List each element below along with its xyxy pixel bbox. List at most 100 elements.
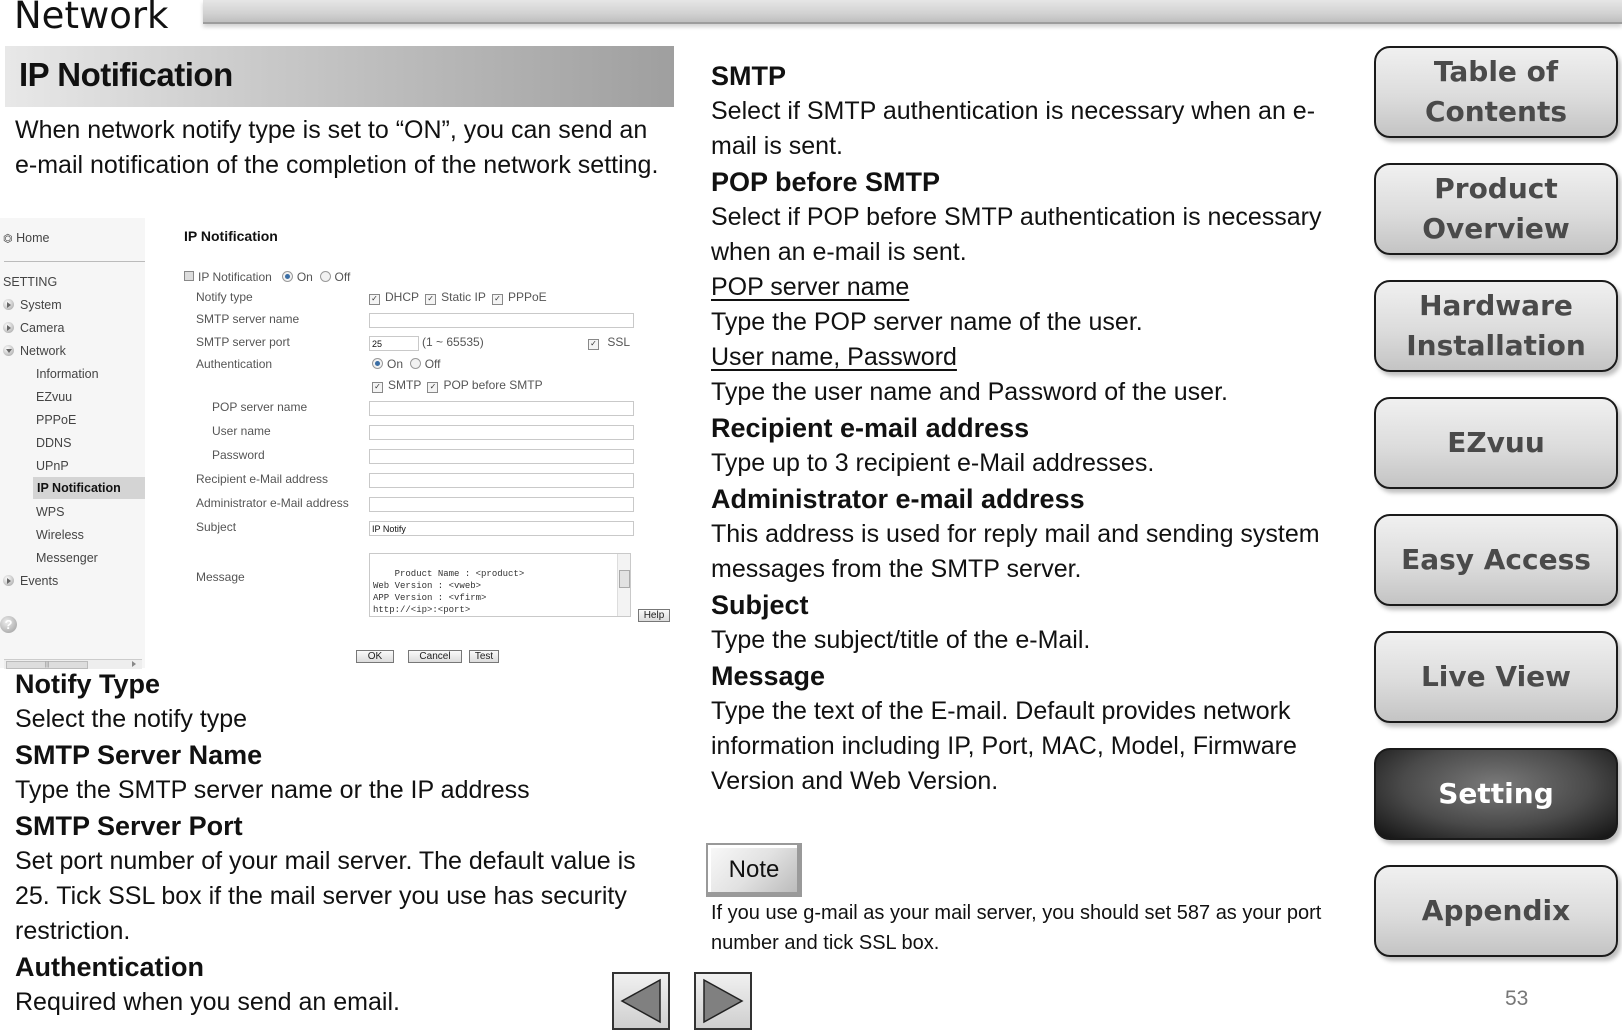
sidebar-item-information[interactable]: Information bbox=[36, 367, 99, 381]
administrator-text: This address is used for reply mail and … bbox=[711, 520, 1320, 583]
auth-methods: ✓ SMTP ✓ POP before SMTP bbox=[372, 378, 543, 393]
sidebar-item-ip-notification[interactable]: IP Notification bbox=[33, 477, 145, 499]
user-password-text: Type the user name and Password of the u… bbox=[711, 378, 1228, 406]
smtp-text: Select if SMTP authentication is necessa… bbox=[711, 97, 1316, 160]
nav-ezvuu[interactable]: EZvuu bbox=[1374, 397, 1618, 489]
collapse-icon bbox=[3, 345, 14, 356]
screenshot-sidebar: ⏣ Home SETTING System Camera Network Inf… bbox=[0, 218, 145, 669]
ip-notification-on-radio[interactable] bbox=[281, 271, 293, 282]
recipient-text: Type up to 3 recipient e-Mail addresses. bbox=[711, 449, 1155, 477]
sidebar-item-ezvuu[interactable]: EZvuu bbox=[36, 390, 72, 404]
pop-server-name-input[interactable] bbox=[369, 401, 634, 416]
nav-setting[interactable]: Setting bbox=[1374, 748, 1618, 840]
ok-button[interactable]: OK bbox=[356, 650, 394, 663]
notify-type-heading: Notify Type bbox=[15, 669, 161, 699]
header-bar bbox=[203, 0, 1622, 24]
previous-page-button[interactable] bbox=[612, 972, 670, 1030]
cancel-button[interactable]: Cancel bbox=[408, 650, 462, 663]
sidebar-item-wps[interactable]: WPS bbox=[36, 505, 64, 519]
port-range-hint: (1 ~ 65535) bbox=[422, 335, 484, 349]
test-button[interactable]: Test bbox=[469, 650, 499, 663]
sidebar-item-events[interactable]: Events bbox=[3, 574, 58, 588]
next-page-button[interactable] bbox=[694, 972, 752, 1030]
subject-input[interactable]: IP Notify bbox=[369, 521, 634, 536]
message-text: Product Name : <product> Web Version : <… bbox=[373, 569, 525, 615]
sidebar-item-camera[interactable]: Camera bbox=[3, 321, 64, 335]
static-ip-checkbox[interactable]: ✓ bbox=[425, 294, 437, 305]
smtp-server-name-label: SMTP server name bbox=[196, 312, 300, 326]
sidebar-home[interactable]: ⏣ Home bbox=[3, 231, 49, 245]
message-label: Message bbox=[196, 570, 245, 584]
section-title: IP Notification bbox=[19, 56, 233, 93]
home-icon: ⏣ bbox=[3, 233, 13, 245]
nav-product-overview[interactable]: Product Overview bbox=[1374, 163, 1618, 255]
authentication-label: Authentication bbox=[196, 357, 273, 371]
auth-off-radio[interactable] bbox=[409, 358, 421, 369]
recipient-heading: Recipient e-mail address bbox=[711, 413, 1030, 443]
message-scrollbar[interactable] bbox=[617, 554, 630, 616]
scrollbar-thumb[interactable] bbox=[619, 570, 630, 588]
right-descriptions: SMTP Select if SMTP authentication is ne… bbox=[711, 58, 1351, 799]
nav-live-view[interactable]: Live View bbox=[1374, 631, 1618, 723]
message-textarea[interactable]: Product Name : <product> Web Version : <… bbox=[369, 553, 631, 617]
authentication-radios: On Off bbox=[372, 357, 440, 371]
smtp-server-name-text: Type the SMTP server name or the IP addr… bbox=[15, 776, 530, 804]
settings-screenshot: ⏣ Home SETTING System Camera Network Inf… bbox=[0, 218, 672, 669]
intro-text: When network notify type is set to “ON”,… bbox=[15, 116, 659, 179]
pop-before-smtp-checkbox[interactable]: ✓ bbox=[427, 382, 439, 393]
message-text-description: Type the text of the E-mail. Default pro… bbox=[711, 697, 1297, 795]
help-button[interactable]: Help bbox=[638, 609, 670, 622]
user-name-label: User name bbox=[212, 424, 271, 438]
note-badge: Note bbox=[706, 843, 802, 897]
sidebar-item-wireless[interactable]: Wireless bbox=[36, 528, 84, 542]
administrator-email-input[interactable] bbox=[369, 497, 634, 512]
smtp-server-name-heading: SMTP Server Name bbox=[15, 740, 263, 770]
smtp-heading: SMTP bbox=[711, 61, 787, 91]
expand-icon bbox=[3, 322, 14, 333]
pop-before-smtp-text: Select if POP before SMTP authentication… bbox=[711, 203, 1322, 266]
page-number: 53 bbox=[1505, 987, 1529, 1010]
password-input[interactable] bbox=[369, 449, 634, 464]
ip-notification-off-radio[interactable] bbox=[319, 271, 331, 282]
sidebar-item-network[interactable]: Network bbox=[3, 344, 66, 358]
nav-appendix[interactable]: Appendix bbox=[1374, 865, 1618, 957]
smtp-auth-checkbox[interactable]: ✓ bbox=[372, 382, 383, 393]
dhcp-checkbox[interactable]: ✓ bbox=[369, 294, 380, 305]
note-text: If you use g-mail as your mail server, y… bbox=[711, 902, 1322, 954]
authentication-text: Required when you send an email. bbox=[15, 988, 400, 1016]
nav-table-of-contents[interactable]: Table of Contents bbox=[1374, 46, 1618, 138]
administrator-heading: Administrator e-mail address bbox=[711, 484, 1085, 514]
sidebar-setting-header: SETTING bbox=[3, 275, 58, 289]
sidebar-item-upnp[interactable]: UPnP bbox=[36, 459, 69, 473]
expand-icon bbox=[3, 575, 14, 586]
subject-text: Type the subject/title of the e-Mail. bbox=[711, 626, 1091, 654]
recipient-email-label: Recipient e-Mail address bbox=[196, 472, 329, 486]
ssl-option: ✓ SSL bbox=[588, 335, 630, 350]
sidebar-item-ddns[interactable]: DDNS bbox=[36, 436, 71, 450]
smtp-server-name-input[interactable] bbox=[369, 313, 634, 328]
expand-icon bbox=[3, 299, 14, 310]
pop-server-name-subheading: POP server name bbox=[711, 273, 910, 301]
ssl-checkbox[interactable]: ✓ bbox=[588, 339, 599, 350]
help-icon[interactable]: ? bbox=[0, 616, 17, 633]
user-name-input[interactable] bbox=[369, 425, 634, 440]
section-banner: IP Notification bbox=[5, 46, 674, 107]
sidebar-item-system[interactable]: System bbox=[3, 298, 62, 312]
nav-hardware-installation[interactable]: Hardware Installation bbox=[1374, 280, 1618, 372]
auth-on-radio[interactable] bbox=[372, 358, 383, 369]
smtp-server-port-input[interactable]: 25 bbox=[369, 336, 419, 351]
pop-server-name-label: POP server name bbox=[212, 400, 308, 414]
subject-heading: Subject bbox=[711, 590, 809, 620]
sidebar-item-messenger[interactable]: Messenger bbox=[36, 551, 98, 565]
recipient-email-input[interactable] bbox=[369, 473, 634, 488]
sidebar-divider bbox=[4, 261, 145, 262]
page-title: Network bbox=[14, 0, 169, 37]
smtp-server-port-label: SMTP server port bbox=[196, 335, 290, 349]
nav-easy-access[interactable]: Easy Access bbox=[1374, 514, 1618, 606]
authentication-heading: Authentication bbox=[15, 952, 204, 982]
subject-label: Subject bbox=[196, 520, 237, 534]
notify-type-options: ✓ DHCP ✓ Static IP ✓ PPPoE bbox=[369, 290, 547, 305]
smtp-server-port-text: Set port number of your mail server. The… bbox=[15, 847, 636, 945]
sidebar-item-pppoe[interactable]: PPPoE bbox=[36, 413, 76, 427]
pppoe-checkbox[interactable]: ✓ bbox=[491, 294, 503, 305]
